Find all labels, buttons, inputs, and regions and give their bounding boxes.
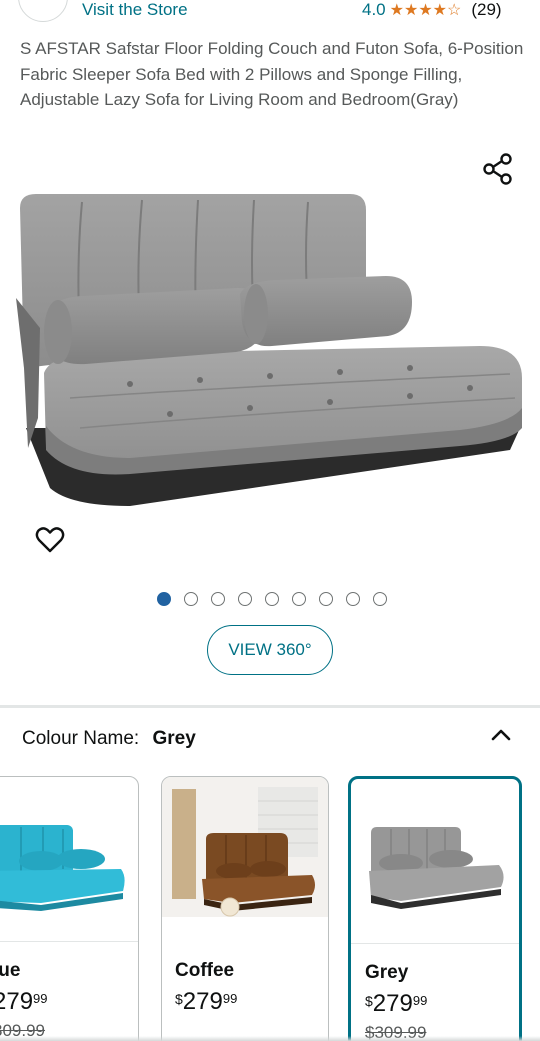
carousel-dot[interactable]	[346, 592, 360, 606]
colour-option-price: $27999	[175, 988, 238, 1015]
colour-option-blue[interactable]: lue 27999 309.99	[0, 776, 139, 1041]
carousel-dot[interactable]	[211, 592, 225, 606]
colour-option-name: Coffee	[175, 960, 235, 981]
colour-option-price: 27999	[0, 988, 48, 1015]
colour-option-grey[interactable]: Grey $27999 $309.99	[348, 776, 522, 1041]
swatch-image	[351, 779, 519, 944]
store-rating-row: Visit the Store 4.0 ★★★★☆ (29)	[0, 0, 540, 24]
rating-stars: ★★★★☆	[389, 2, 462, 19]
view-360-button[interactable]: VIEW 360°	[207, 625, 333, 675]
chevron-up-icon[interactable]	[488, 722, 514, 748]
swatch-image	[0, 777, 138, 942]
carousel-dot[interactable]	[238, 592, 252, 606]
colour-label: Colour Name:	[22, 728, 140, 749]
colour-option-price: $27999	[365, 990, 428, 1017]
image-carousel-indicator	[157, 592, 387, 606]
carousel-dot[interactable]	[292, 592, 306, 606]
carousel-dot[interactable]	[157, 592, 171, 606]
colour-selector-header: Colour Name: Grey	[22, 728, 196, 750]
product-title: S AFSTAR Safstar Floor Folding Couch and…	[20, 39, 524, 109]
section-divider	[0, 705, 540, 708]
carousel-dot[interactable]	[265, 592, 279, 606]
heart-icon[interactable]	[34, 524, 66, 556]
carousel-dot[interactable]	[319, 592, 333, 606]
rating-summary[interactable]: 4.0 ★★★★☆ (29)	[362, 0, 502, 20]
colour-selected-value: Grey	[152, 728, 196, 749]
product-main-image[interactable]	[10, 188, 530, 518]
colour-option-name: lue	[0, 960, 21, 981]
visit-store-link[interactable]: Visit the Store	[82, 0, 188, 20]
swatch-image	[162, 777, 328, 942]
carousel-dot[interactable]	[184, 592, 198, 606]
colour-option-coffee[interactable]: Coffee $27999	[161, 776, 329, 1041]
review-count: (29)	[471, 0, 502, 19]
share-icon[interactable]	[481, 152, 515, 186]
carousel-dot[interactable]	[373, 592, 387, 606]
bottom-edge	[0, 1036, 540, 1041]
colour-option-name: Grey	[365, 962, 409, 983]
store-logo[interactable]	[18, 0, 68, 22]
rating-value: 4.0	[362, 0, 386, 19]
